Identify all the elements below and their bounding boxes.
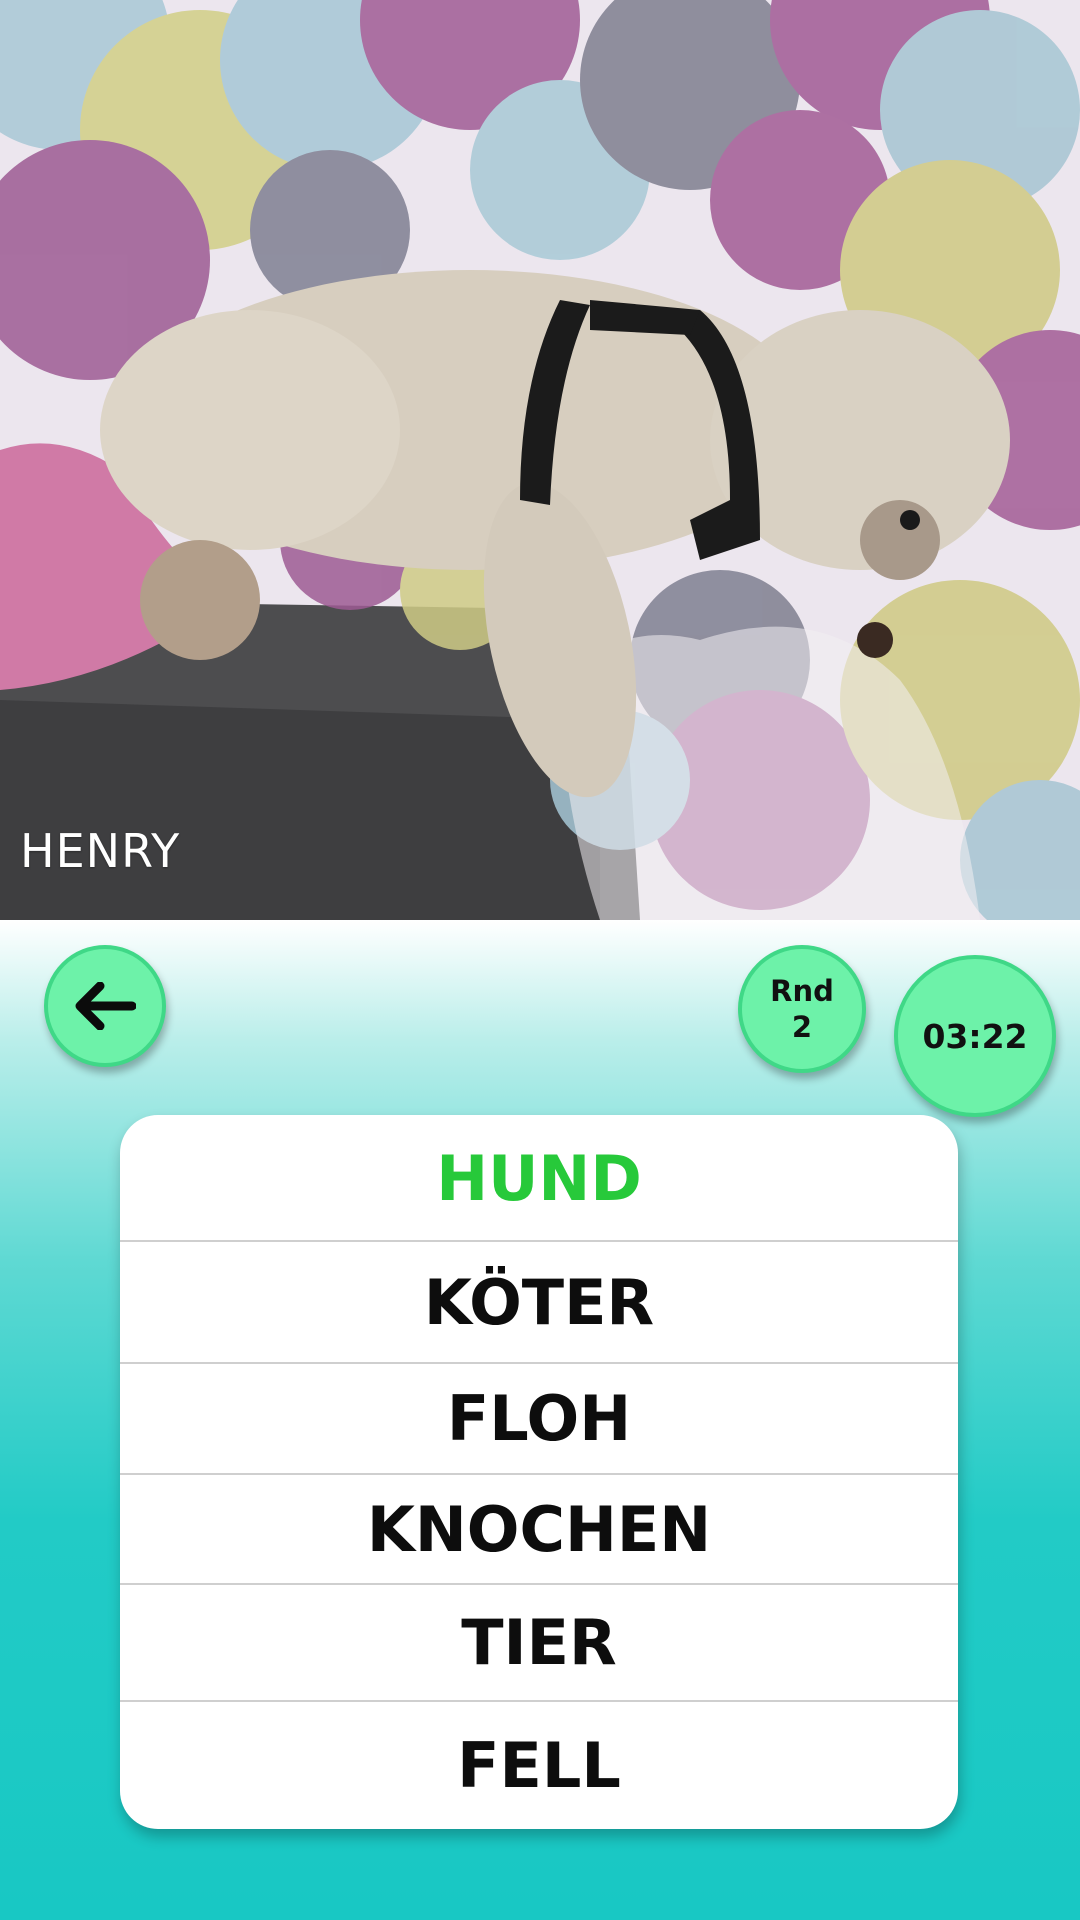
- forbidden-word: FELL: [457, 1728, 621, 1802]
- forbidden-word: FLOH: [446, 1381, 632, 1455]
- timer-text: 03:22: [922, 1016, 1028, 1056]
- timer-badge: 03:22: [894, 955, 1056, 1117]
- forbidden-word: TIER: [461, 1605, 617, 1679]
- arrow-left-icon: [75, 982, 136, 1030]
- photo-area: HENRY: [0, 0, 1080, 920]
- target-word: HUND: [436, 1141, 642, 1215]
- dog-photo: [0, 0, 1080, 920]
- round-number: 2: [791, 1010, 813, 1044]
- round-badge: Rnd 2: [738, 945, 866, 1073]
- word-card: HUND KÖTER FLOH KNOCHEN TIER FELL: [120, 1115, 958, 1829]
- forbidden-word: KNOCHEN: [366, 1492, 712, 1566]
- round-label: Rnd: [770, 973, 834, 1008]
- forbidden-word: KÖTER: [423, 1265, 655, 1339]
- back-button[interactable]: [44, 945, 166, 1067]
- photo-caption: HENRY: [20, 824, 181, 878]
